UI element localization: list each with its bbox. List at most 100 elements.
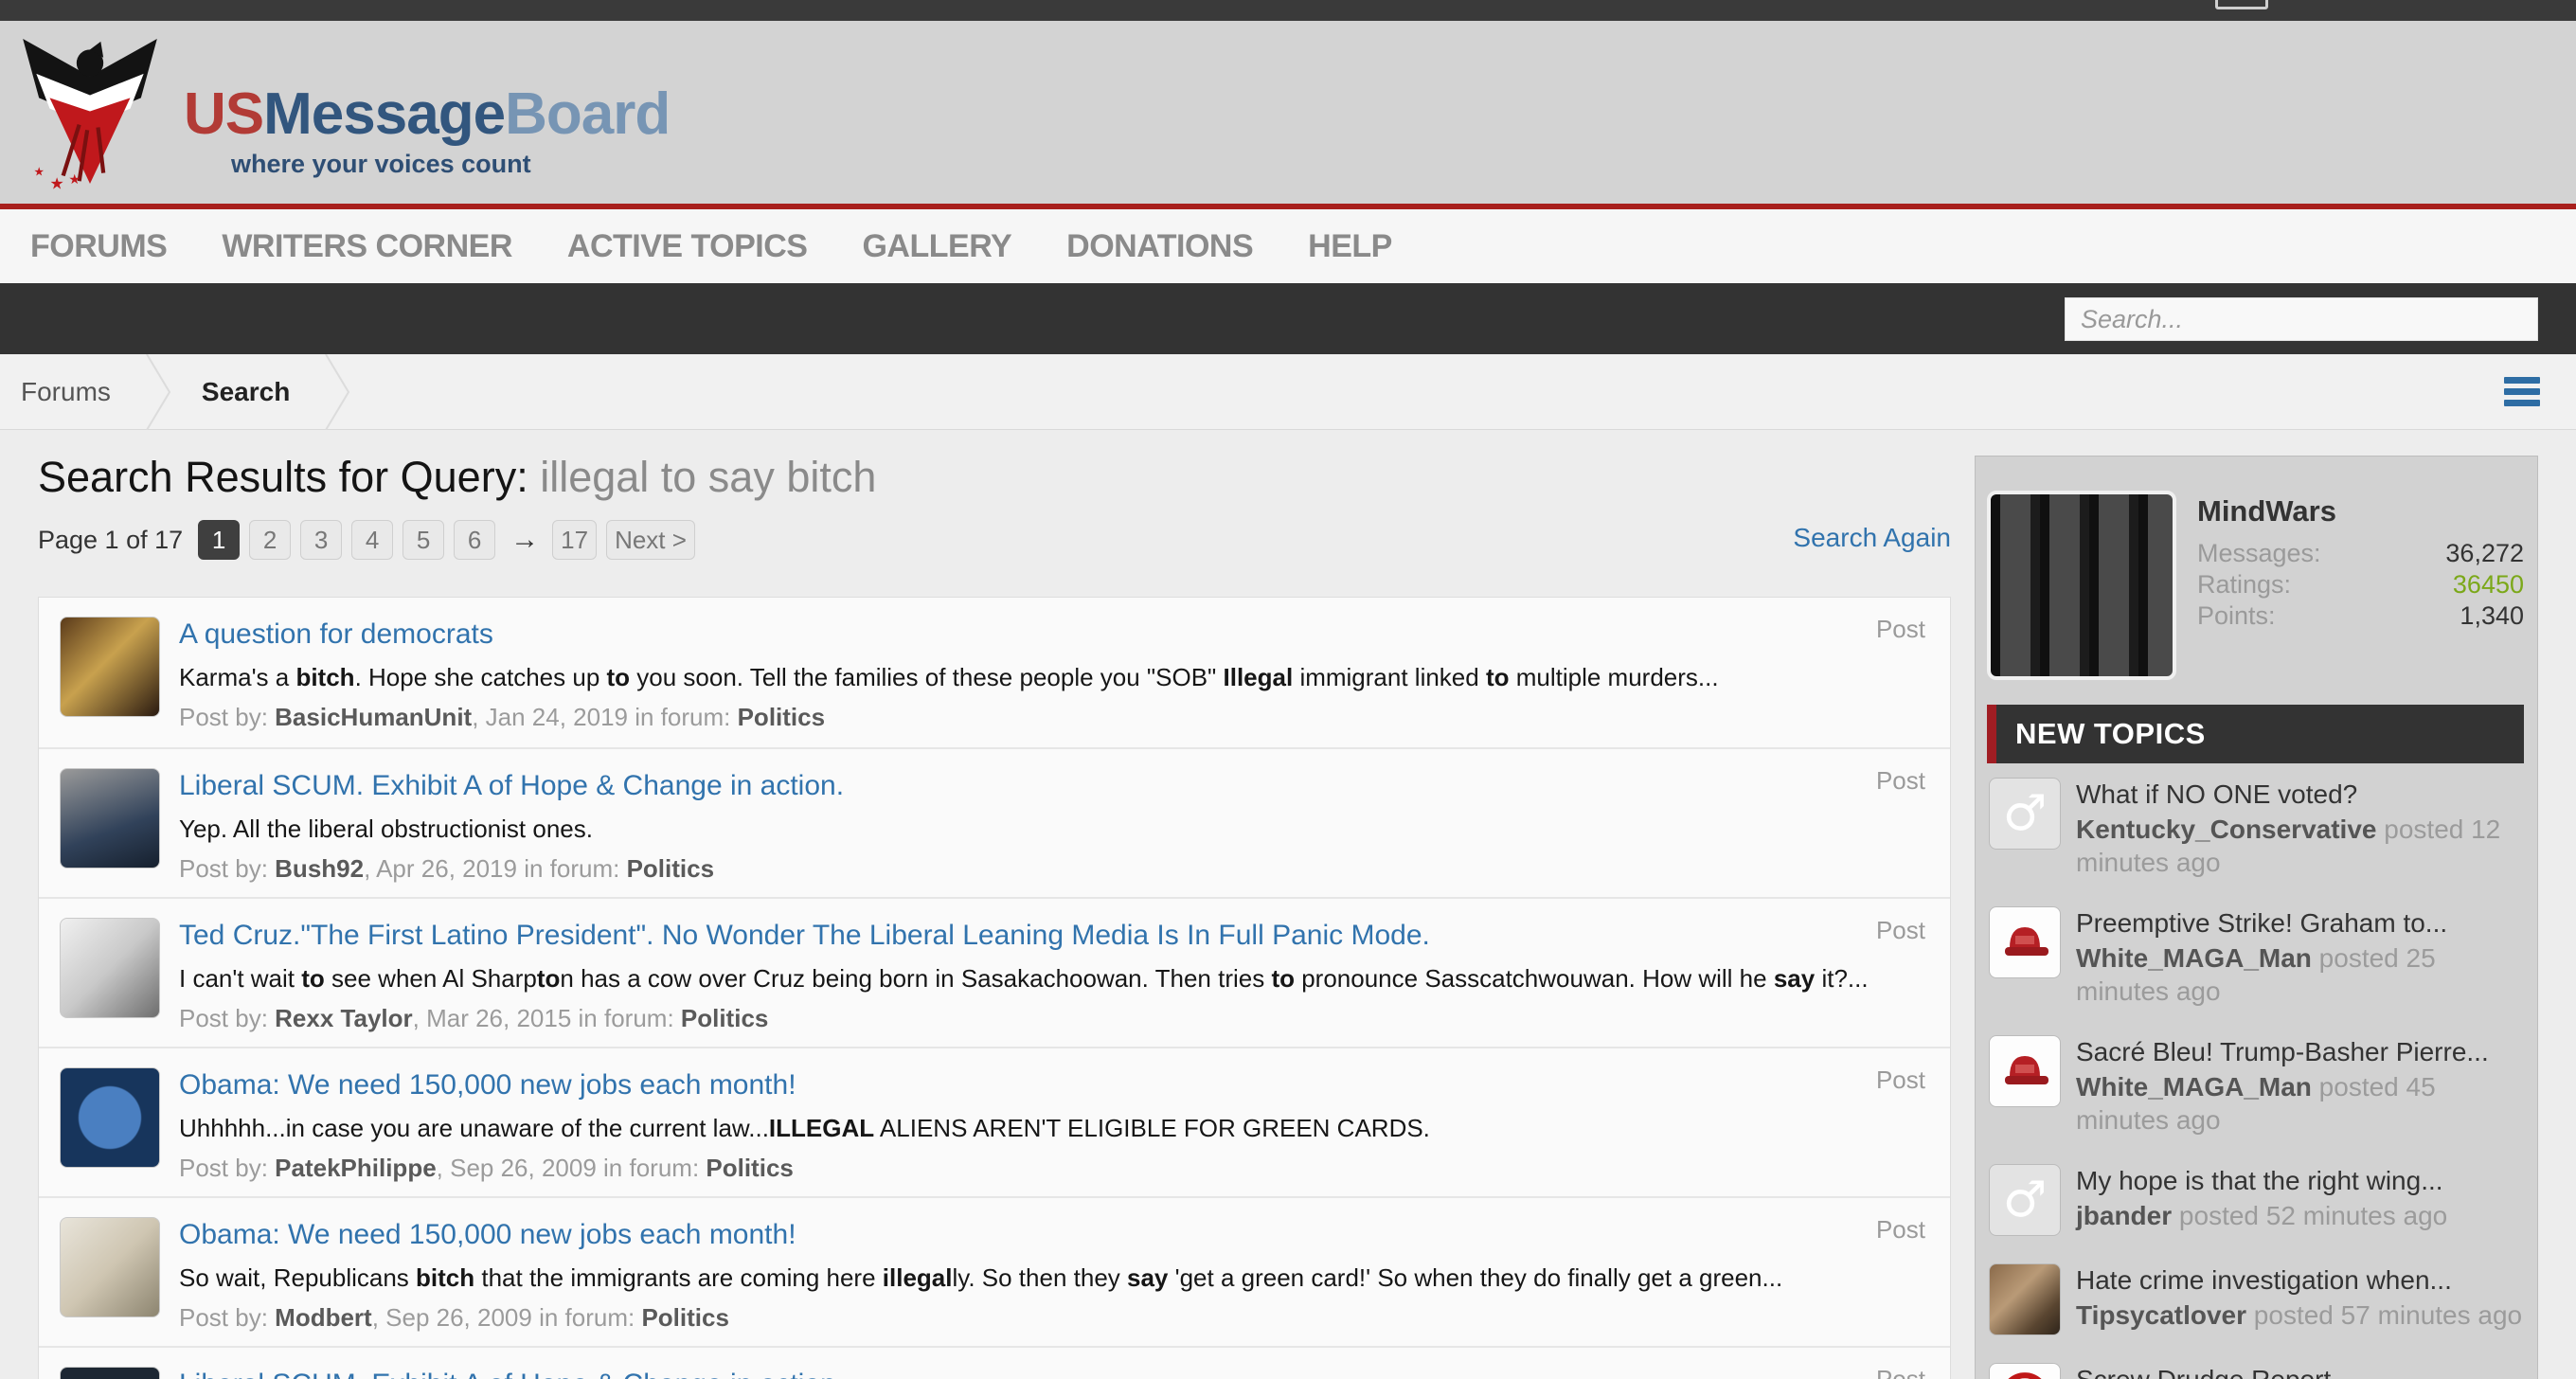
- page-button-6[interactable]: 6: [454, 520, 495, 560]
- result-snippet: Karma's a bitch. Hope she catches up to …: [179, 662, 1927, 693]
- topic-user-link[interactable]: Tipsycatlover: [2076, 1300, 2246, 1330]
- result-meta: Post by: Rexx Taylor, Mar 26, 2015 in fo…: [179, 1004, 1927, 1033]
- result-author-link[interactable]: Bush92: [275, 854, 364, 883]
- topic-title-link[interactable]: Hate crime investigation when...: [2076, 1263, 2524, 1297]
- member-stat-row: Points: 1,340: [2197, 600, 2524, 632]
- result-author-avatar[interactable]: [60, 918, 160, 1018]
- page-button-17[interactable]: 17: [552, 520, 597, 560]
- nav-item-donations[interactable]: DONATIONS: [1066, 228, 1253, 265]
- site-logo[interactable]: ★ ★ ★ USMessageBoard where your voices c…: [9, 28, 670, 194]
- search-result-row: Obama: We need 150,000 new jobs each mon…: [39, 1047, 1950, 1196]
- page-button-3[interactable]: 3: [300, 520, 342, 560]
- svg-text:★: ★: [34, 165, 45, 179]
- brand-message: Message: [263, 81, 505, 147]
- new-topic-row: Sacré Bleu! Trump-Basher Pierre... White…: [1987, 1021, 2524, 1150]
- member-card: MindWars Messages: 36,272 Ratings: 36450…: [1987, 491, 2524, 680]
- search-again-link[interactable]: Search Again: [1793, 523, 1951, 553]
- result-forum-link[interactable]: Politics: [706, 1154, 793, 1182]
- nav-item-forums[interactable]: FORUMS: [30, 228, 167, 265]
- sidebar: MindWars Messages: 36,272 Ratings: 36450…: [1975, 456, 2538, 1379]
- page: ★ ★ ★ USMessageBoard where your voices c…: [0, 0, 2576, 1379]
- new-topic-row: Preemptive Strike! Graham to... White_MA…: [1987, 892, 2524, 1021]
- brand-tagline: where your voices count: [231, 150, 670, 179]
- member-points-value: 1,340: [2460, 600, 2524, 632]
- maga-hat-icon[interactable]: [1989, 906, 2061, 978]
- next-page-button[interactable]: Next >: [606, 520, 695, 560]
- page-button-2[interactable]: 2: [249, 520, 291, 560]
- result-author-avatar[interactable]: [60, 617, 160, 717]
- topic-title-link[interactable]: Sacré Bleu! Trump-Basher Pierre...: [2076, 1035, 2524, 1068]
- result-title-link[interactable]: Liberal SCUM. Exhibit A of Hope & Change…: [179, 1369, 844, 1379]
- breadcrumb-forums[interactable]: Forums: [21, 377, 111, 407]
- top-corner-box[interactable]: [2215, 0, 2268, 9]
- main-area: Search Results for Query: illegal to say…: [0, 430, 2576, 1378]
- result-author-link[interactable]: PatekPhilippe: [275, 1154, 437, 1182]
- site-header: ★ ★ ★ USMessageBoard where your voices c…: [0, 21, 2576, 204]
- result-forum-link[interactable]: Politics: [641, 1303, 728, 1332]
- result-meta: Post by: PatekPhilippe, Sep 26, 2009 in …: [179, 1154, 1927, 1183]
- result-author-link[interactable]: Modbert: [275, 1303, 372, 1332]
- member-info: MindWars Messages: 36,272 Ratings: 36450…: [2197, 494, 2524, 680]
- male-symbol-icon[interactable]: ♂: [1989, 778, 2061, 850]
- topic-user-link[interactable]: jbander: [2076, 1201, 2172, 1230]
- new-topic-row: ♂ My hope is that the right wing... jban…: [1987, 1150, 2524, 1249]
- result-author-avatar[interactable]: [60, 768, 160, 869]
- result-title-link[interactable]: Ted Cruz."The First Latino President". N…: [179, 920, 1430, 952]
- result-author-avatar[interactable]: [60, 1367, 160, 1379]
- search-result-row: Ted Cruz."The First Latino President". N…: [39, 897, 1950, 1047]
- member-messages-value: 36,272: [2445, 538, 2524, 569]
- nfl-ban-icon[interactable]: [1989, 1363, 2061, 1379]
- page-title: Search Results for Query: illegal to say…: [38, 430, 1951, 502]
- member-name[interactable]: MindWars: [2197, 494, 2524, 528]
- result-forum-link[interactable]: Politics: [681, 1004, 768, 1032]
- result-snippet: Yep. All the liberal obstructionist ones…: [179, 814, 1927, 845]
- menu-icon[interactable]: [2504, 377, 2540, 411]
- search-result-row: A question for democrats Karma's a bitch…: [39, 598, 1950, 747]
- result-type-label: Post: [1876, 766, 1925, 796]
- pets-photo-avatar[interactable]: [1989, 1263, 2061, 1335]
- brand-board: Board: [505, 81, 670, 147]
- topic-title-link[interactable]: What if NO ONE voted?: [2076, 778, 2524, 811]
- page-count-label: Page 1 of 17: [38, 526, 183, 555]
- result-type-label: Post: [1876, 1066, 1925, 1095]
- search-input[interactable]: [2065, 297, 2538, 341]
- result-author-avatar[interactable]: [60, 1217, 160, 1317]
- topic-user-link[interactable]: White_MAGA_Man: [2076, 943, 2312, 973]
- result-snippet: So wait, Republicans bitch that the immi…: [179, 1263, 1927, 1294]
- result-author-link[interactable]: Rexx Taylor: [275, 1004, 412, 1032]
- page-button-5[interactable]: 5: [402, 520, 444, 560]
- svg-text:★: ★: [50, 175, 64, 193]
- result-title-link[interactable]: Obama: We need 150,000 new jobs each mon…: [179, 1069, 796, 1101]
- member-ratings-value: 36450: [2453, 569, 2524, 600]
- nav-item-active-topics[interactable]: ACTIVE TOPICS: [567, 228, 808, 265]
- result-snippet: Uhhhhh...in case you are unaware of the …: [179, 1113, 1927, 1144]
- breadcrumb-search[interactable]: Search: [202, 377, 290, 407]
- topic-user-link[interactable]: Kentucky_Conservative: [2076, 815, 2376, 844]
- topic-user-link[interactable]: White_MAGA_Man: [2076, 1072, 2312, 1101]
- page-button-4[interactable]: 4: [351, 520, 393, 560]
- result-title-link[interactable]: A question for democrats: [179, 618, 493, 651]
- nav-item-writers-corner[interactable]: WRITERS CORNER: [222, 228, 512, 265]
- result-forum-link[interactable]: Politics: [627, 854, 714, 883]
- member-stat-row: Ratings: 36450: [2197, 569, 2524, 600]
- topic-title-link[interactable]: My hope is that the right wing...: [2076, 1164, 2524, 1197]
- result-title-link[interactable]: Obama: We need 150,000 new jobs each mon…: [179, 1219, 796, 1251]
- member-avatar[interactable]: [1987, 491, 2176, 680]
- nav-item-gallery[interactable]: GALLERY: [862, 228, 1011, 265]
- maga-hat-icon[interactable]: [1989, 1035, 2061, 1107]
- result-type-label: Post: [1876, 916, 1925, 945]
- male-symbol-icon[interactable]: ♂: [1989, 1164, 2061, 1236]
- result-author-avatar[interactable]: [60, 1067, 160, 1168]
- new-topics-header: NEW TOPICS: [1987, 705, 2524, 763]
- topic-title-link[interactable]: Screw Drudge Report: [2076, 1363, 2524, 1379]
- result-meta: Post by: Bush92, Apr 26, 2019 in forum: …: [179, 854, 1927, 884]
- nav-item-help[interactable]: HELP: [1308, 228, 1392, 265]
- content-column: Search Results for Query: illegal to say…: [38, 430, 1951, 1379]
- eagle-logo-icon: ★ ★ ★: [9, 28, 170, 194]
- page-button-1[interactable]: 1: [198, 520, 240, 560]
- result-forum-link[interactable]: Politics: [738, 703, 825, 731]
- result-author-link[interactable]: BasicHumanUnit: [275, 703, 472, 731]
- result-title-link[interactable]: Liberal SCUM. Exhibit A of Hope & Change…: [179, 770, 844, 802]
- result-snippet: I can't wait to see when Al Sharpton has…: [179, 963, 1927, 994]
- topic-title-link[interactable]: Preemptive Strike! Graham to...: [2076, 906, 2524, 940]
